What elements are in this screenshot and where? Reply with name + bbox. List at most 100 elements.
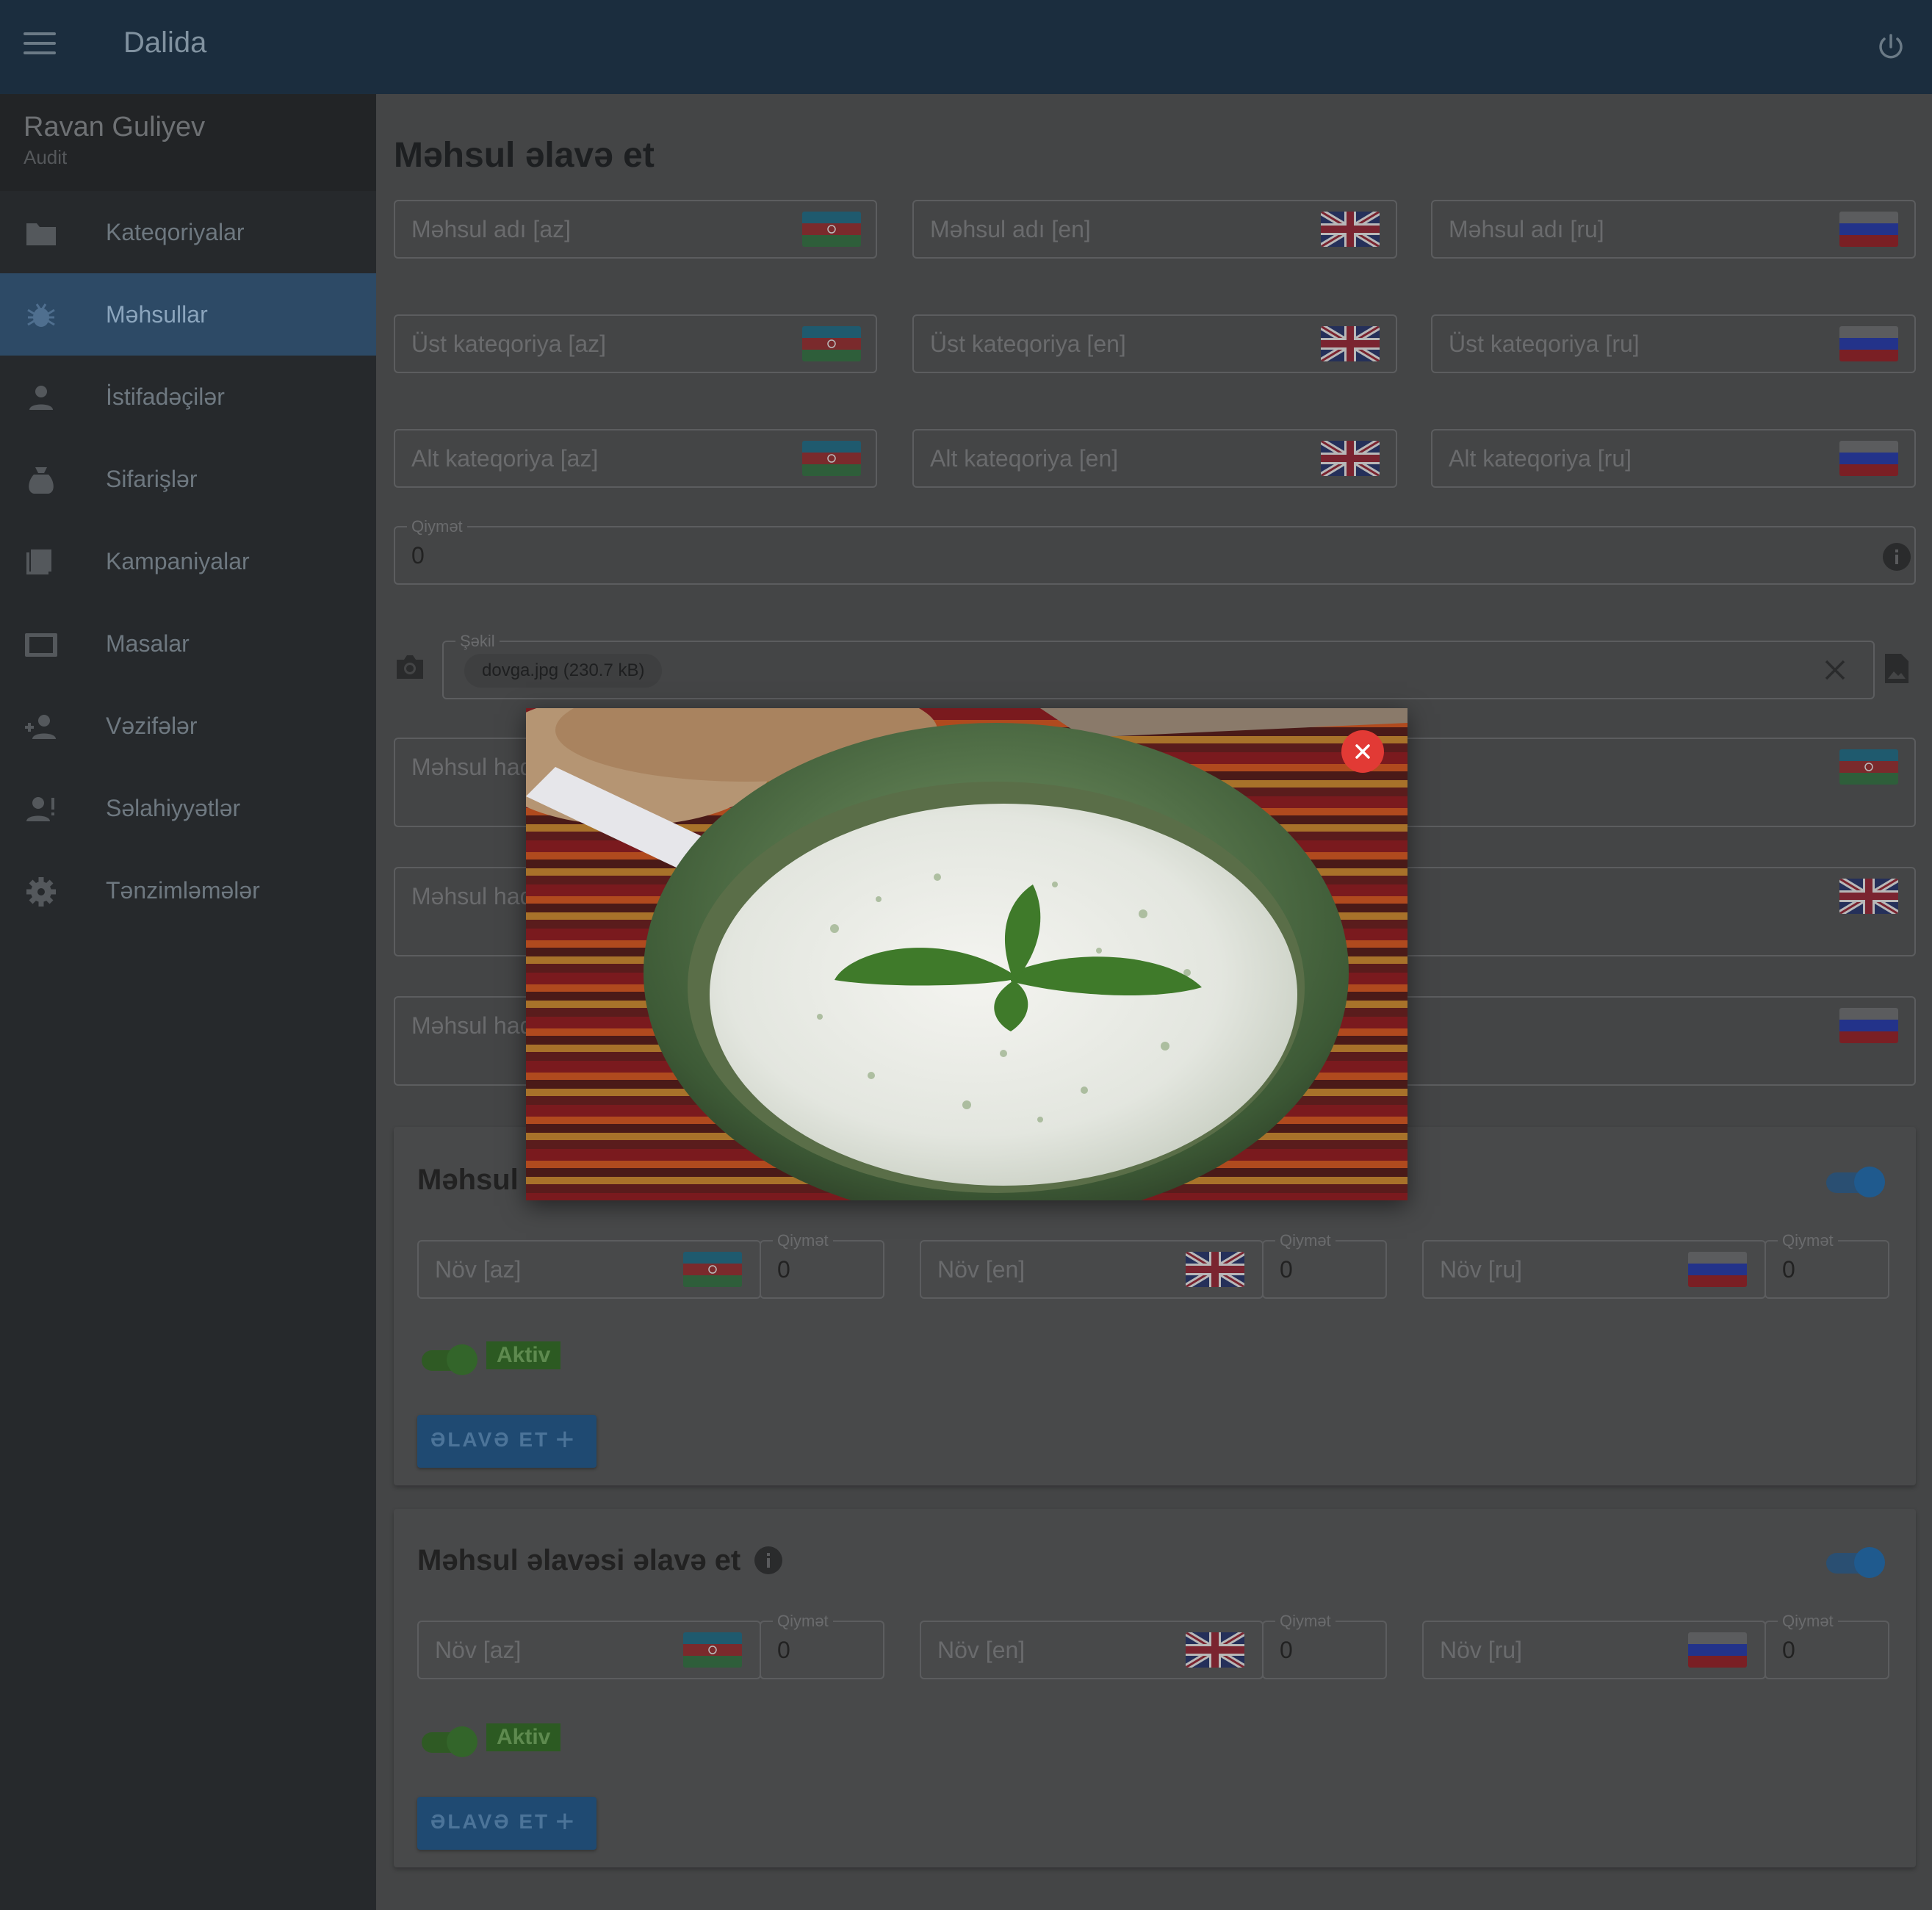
sack-icon — [29, 467, 54, 494]
price-label: Qiymət — [1275, 1612, 1336, 1631]
russia-flag-icon — [1839, 1008, 1898, 1043]
camera-icon[interactable] — [394, 652, 426, 682]
power-icon[interactable] — [1876, 32, 1906, 62]
russia-flag-icon — [1839, 326, 1898, 361]
people-icon — [25, 715, 56, 739]
russia-flag-icon — [1688, 1252, 1747, 1287]
price-field[interactable]: Qiymət 0 — [394, 517, 1916, 585]
price-label: Qiymət — [407, 517, 467, 536]
person-icon — [29, 386, 53, 410]
sub-category-en-field[interactable]: Alt kateqoriya [en] — [912, 429, 1397, 488]
field-placeholder: Üst kateqoriya [ru] — [1449, 331, 1640, 357]
sidebar-item-kateqoriyalar[interactable]: Kateqoriyalar — [0, 191, 376, 273]
price-value: 0 — [1782, 1256, 1795, 1283]
clear-icon[interactable] — [1822, 657, 1848, 683]
sidebar-item-label: Sifarişlər — [106, 465, 198, 492]
sidebar-item-tenzimlemeler[interactable]: Tənzimləmələr — [0, 849, 376, 931]
preview-image — [526, 708, 1407, 1200]
uk-flag-icon — [1321, 441, 1380, 476]
add-extra-button[interactable]: ƏLAVƏ ET + — [417, 1797, 596, 1850]
field-placeholder: Növ [az] — [435, 1637, 522, 1663]
active-toggle[interactable] — [422, 1344, 480, 1375]
active-toggle[interactable] — [422, 1726, 480, 1757]
price-label: Qiymət — [773, 1612, 833, 1631]
sidebar-item-mehsullar[interactable]: Məhsullar — [0, 273, 376, 356]
extra-type-en-field[interactable]: Növ [en] — [920, 1621, 1264, 1679]
active-badge: Aktiv — [486, 1723, 561, 1751]
button-label: ƏLAVƏ ET — [430, 1428, 550, 1451]
field-placeholder: Növ [ru] — [1440, 1637, 1523, 1663]
field-placeholder: Növ [en] — [937, 1637, 1026, 1663]
variant-type-ru-field[interactable]: Növ [ru] — [1422, 1240, 1766, 1299]
field-placeholder: Növ [en] — [937, 1256, 1026, 1283]
product-name-en-field[interactable]: Məhsul adı [en] — [912, 200, 1397, 259]
russia-flag-icon — [1839, 212, 1898, 247]
field-placeholder: Növ [az] — [435, 1256, 522, 1283]
active-badge: Aktiv — [486, 1341, 561, 1369]
info-icon[interactable] — [754, 1546, 783, 1575]
variant-price-en-field[interactable]: Qiymət 0 — [1262, 1231, 1387, 1299]
price-value: 0 — [1782, 1637, 1795, 1663]
field-placeholder: Məhsul haq — [411, 1012, 533, 1039]
field-placeholder: Məhsul haq — [411, 883, 533, 909]
file-chip[interactable]: dovga.jpg (230.7 kB) — [464, 654, 663, 688]
extra-type-ru-field[interactable]: Növ [ru] — [1422, 1621, 1766, 1679]
azerbaijan-flag-icon — [802, 212, 861, 247]
sidebar-item-sifarisler[interactable]: Sifarişlər — [0, 438, 376, 520]
card-title: Məhsul əlavəsi əlavə et — [417, 1544, 741, 1576]
notebook-icon — [26, 549, 51, 574]
price-label: Qiymət — [1275, 1231, 1336, 1250]
top-category-ru-field[interactable]: Üst kateqoriya [ru] — [1431, 314, 1916, 373]
price-value: 0 — [1280, 1637, 1293, 1663]
azerbaijan-flag-icon — [683, 1252, 742, 1287]
card-toggle[interactable] — [1826, 1547, 1885, 1578]
price-value: 0 — [777, 1637, 790, 1663]
variant-price-ru-field[interactable]: Qiymət 0 — [1765, 1231, 1889, 1299]
variant-type-en-field[interactable]: Növ [en] — [920, 1240, 1264, 1299]
extra-price-ru-field[interactable]: Qiymət 0 — [1765, 1612, 1889, 1679]
field-placeholder: Məhsul haq — [411, 754, 533, 780]
sidebar-item-selahiyyetler[interactable]: Səlahiyyətlər — [0, 767, 376, 849]
sub-category-ru-field[interactable]: Alt kateqoriya [ru] — [1431, 429, 1916, 488]
price-label: Qiymət — [773, 1231, 833, 1250]
image-upload-field[interactable]: Şəkil dovga.jpg (230.7 kB) — [442, 632, 1875, 699]
extra-type-az-field[interactable]: Növ [az] — [417, 1621, 761, 1679]
azerbaijan-flag-icon — [683, 1632, 742, 1668]
hamburger-menu-icon[interactable] — [24, 32, 56, 62]
bug-icon — [27, 303, 55, 327]
sidebar-item-vezifeler[interactable]: Vəzifələr — [0, 685, 376, 767]
top-category-az-field[interactable]: Üst kateqoriya [az] — [394, 314, 877, 373]
top-category-en-field[interactable]: Üst kateqoriya [en] — [912, 314, 1397, 373]
variant-price-az-field[interactable]: Qiymət 0 — [760, 1231, 884, 1299]
folder-icon — [26, 223, 56, 245]
field-placeholder: Məhsul adı [az] — [411, 216, 571, 242]
product-extras-card: Məhsul əlavəsi əlavə et Növ [az] Qiymət … — [394, 1509, 1916, 1867]
app-title: Dalida — [123, 26, 207, 59]
user-name: Ravan Guliyev — [24, 112, 206, 143]
field-placeholder: Növ [ru] — [1440, 1256, 1523, 1283]
uk-flag-icon — [1321, 212, 1380, 247]
variant-type-az-field[interactable]: Növ [az] — [417, 1240, 761, 1299]
sidebar-item-istifadeciler[interactable]: İstifadəçilər — [0, 356, 376, 438]
sidebar-item-kampaniyalar[interactable]: Kampaniyalar — [0, 520, 376, 602]
person-alert-icon — [26, 797, 54, 821]
sidebar-item-label: Kampaniyalar — [106, 547, 250, 574]
file-image-icon[interactable] — [1884, 652, 1910, 685]
sidebar-item-label: Vəzifələr — [106, 712, 198, 739]
info-icon[interactable] — [1882, 542, 1911, 572]
uk-flag-icon — [1839, 879, 1898, 914]
extra-price-en-field[interactable]: Qiymət 0 — [1262, 1612, 1387, 1679]
sidebar-item-label: Masalar — [106, 630, 190, 657]
product-name-az-field[interactable]: Məhsul adı [az] — [394, 200, 877, 259]
price-value: 0 — [777, 1256, 790, 1283]
sidebar-item-label: Tənzimləmələr — [106, 876, 260, 904]
field-placeholder: Məhsul adı [ru] — [1449, 216, 1604, 242]
add-variant-button[interactable]: ƏLAVƏ ET + — [417, 1415, 596, 1468]
extra-price-az-field[interactable]: Qiymət 0 — [760, 1612, 884, 1679]
sidebar-item-masalar[interactable]: Masalar — [0, 602, 376, 685]
sub-category-az-field[interactable]: Alt kateqoriya [az] — [394, 429, 877, 488]
russia-flag-icon — [1839, 441, 1898, 476]
product-name-ru-field[interactable]: Məhsul adı [ru] — [1431, 200, 1916, 259]
close-modal-button[interactable] — [1341, 730, 1384, 773]
card-toggle[interactable] — [1826, 1167, 1885, 1197]
